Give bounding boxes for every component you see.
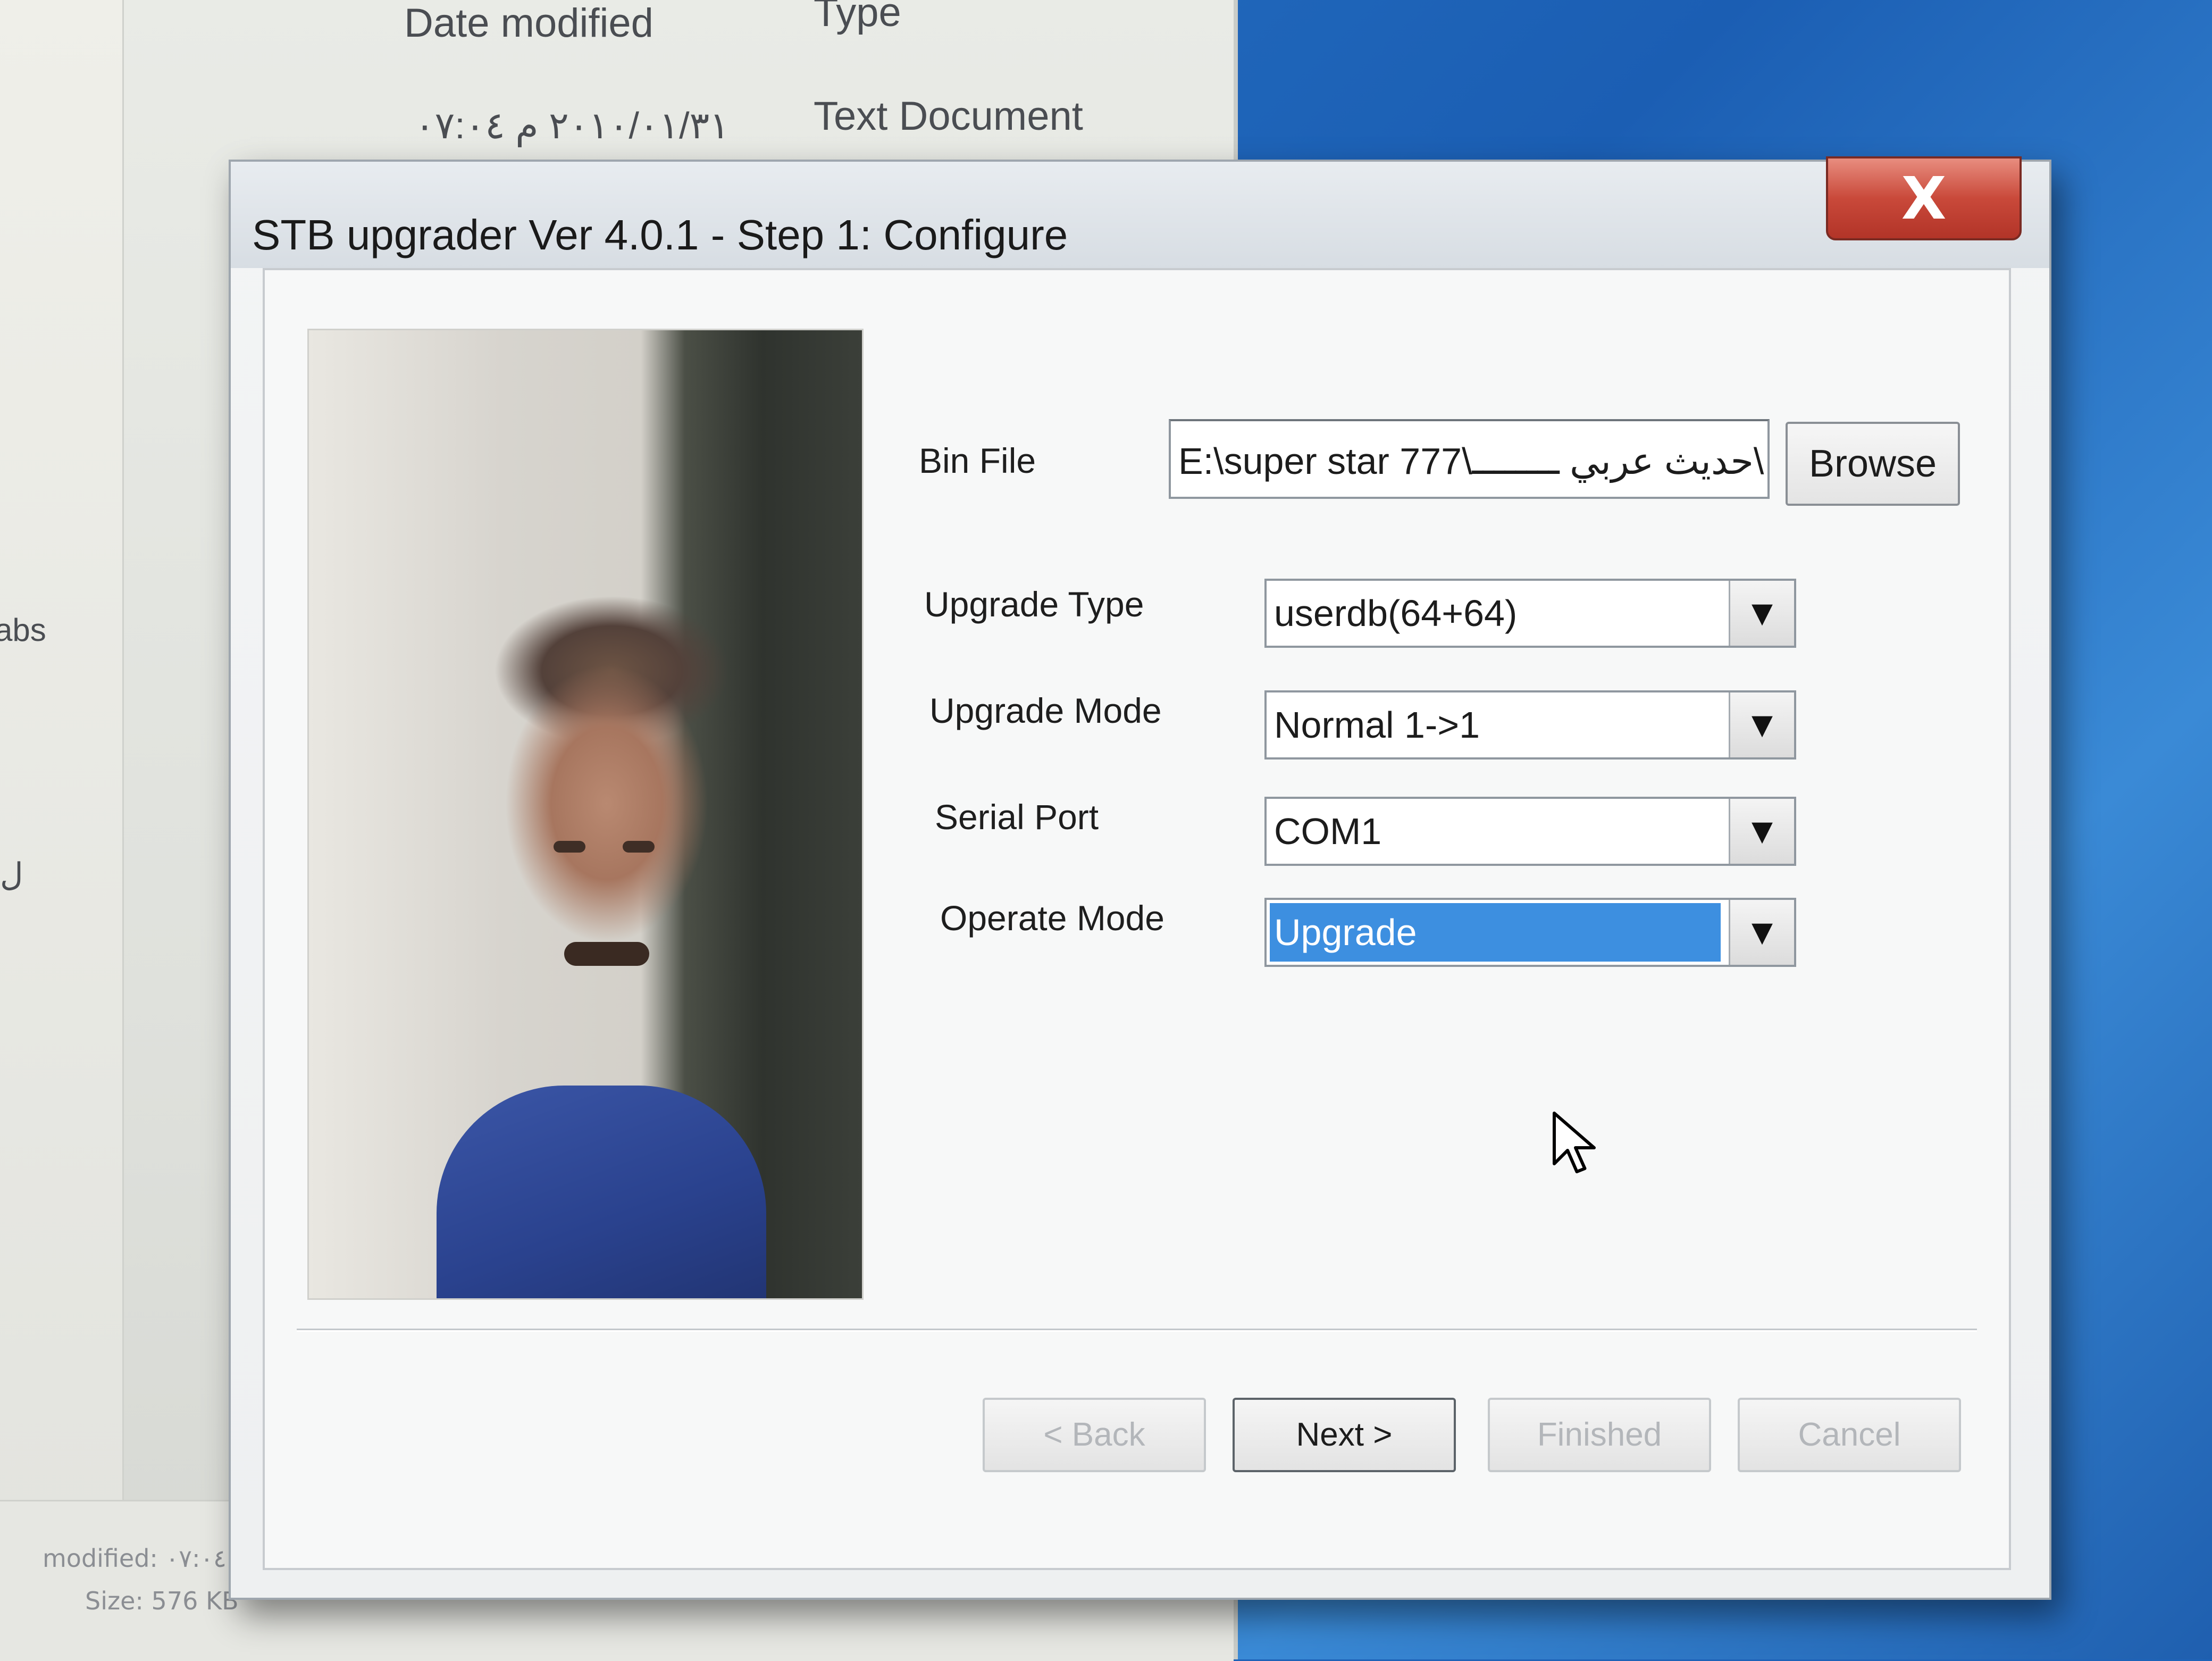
chevron-down-icon[interactable]: ▼: [1729, 900, 1794, 965]
finished-button[interactable]: Finished: [1488, 1398, 1711, 1472]
nav-item-fragment-2[interactable]: ل: [0, 856, 23, 894]
column-header-date-modified[interactable]: Date modified: [404, 0, 653, 46]
close-icon: X: [1901, 164, 1947, 232]
upgrade-type-value: userdb(64+64): [1274, 592, 1518, 634]
nav-item-fragment[interactable]: abs: [0, 612, 46, 648]
serial-port-label: Serial Port: [935, 797, 1099, 837]
column-header-type[interactable]: Type: [814, 0, 901, 36]
operate-mode-value: Upgrade: [1270, 903, 1721, 962]
upgrade-mode-select[interactable]: Normal 1->1 ▼: [1264, 690, 1796, 759]
cancel-button[interactable]: Cancel: [1738, 1398, 1961, 1472]
photo-detail: [623, 841, 655, 853]
photo-detail: [437, 1086, 766, 1298]
serial-port-value: COM1: [1274, 811, 1382, 852]
dialog-client-area: Bin File E:\super star 777\١١\حديث عربي …: [263, 268, 2011, 1570]
stb-upgrader-dialog: STB upgrader Ver 4.0.1 - Step 1: Configu…: [229, 156, 2051, 1600]
bin-file-label: Bin File: [919, 441, 1036, 480]
chevron-down-icon[interactable]: ▼: [1729, 581, 1794, 646]
upgrade-type-label: Upgrade Type: [924, 585, 1144, 624]
serial-port-select[interactable]: COM1 ▼: [1264, 797, 1796, 866]
operate-mode-label: Operate Mode: [940, 898, 1164, 938]
photo-detail: [564, 942, 649, 966]
mouse-pointer-icon: [1553, 1112, 1596, 1173]
explorer-navigation-pane: abs ل: [0, 0, 124, 1659]
chevron-down-icon[interactable]: ▼: [1729, 692, 1794, 757]
button-separator: [297, 1329, 1977, 1332]
close-button[interactable]: X: [1826, 156, 2022, 240]
upgrade-mode-value: Normal 1->1: [1274, 704, 1480, 746]
next-button[interactable]: Next >: [1233, 1398, 1456, 1472]
file-row-date[interactable]: ٢٠١٠/٠١/٣١ م ٠٧:٠٤: [415, 104, 730, 147]
upgrade-mode-label: Upgrade Mode: [929, 691, 1162, 730]
photo-detail: [554, 841, 585, 853]
chevron-down-icon[interactable]: ▼: [1729, 799, 1794, 864]
browse-button[interactable]: Browse: [1786, 422, 1960, 506]
back-button[interactable]: < Back: [983, 1398, 1206, 1472]
bin-file-field[interactable]: E:\super star 777\١١\حديث عربي ــــــــ: [1169, 419, 1770, 499]
user-photo: [307, 329, 864, 1300]
upgrade-type-select[interactable]: userdb(64+64) ▼: [1264, 579, 1796, 648]
dialog-title: STB upgrader Ver 4.0.1 - Step 1: Configu…: [252, 211, 1068, 258]
file-row-type[interactable]: Text Document: [814, 93, 1083, 139]
status-size: Size: 576 KB: [85, 1587, 239, 1615]
operate-mode-select[interactable]: Upgrade ▼: [1264, 898, 1796, 967]
dialog-title-bar[interactable]: STB upgrader Ver 4.0.1 - Step 1: Configu…: [231, 156, 2049, 268]
